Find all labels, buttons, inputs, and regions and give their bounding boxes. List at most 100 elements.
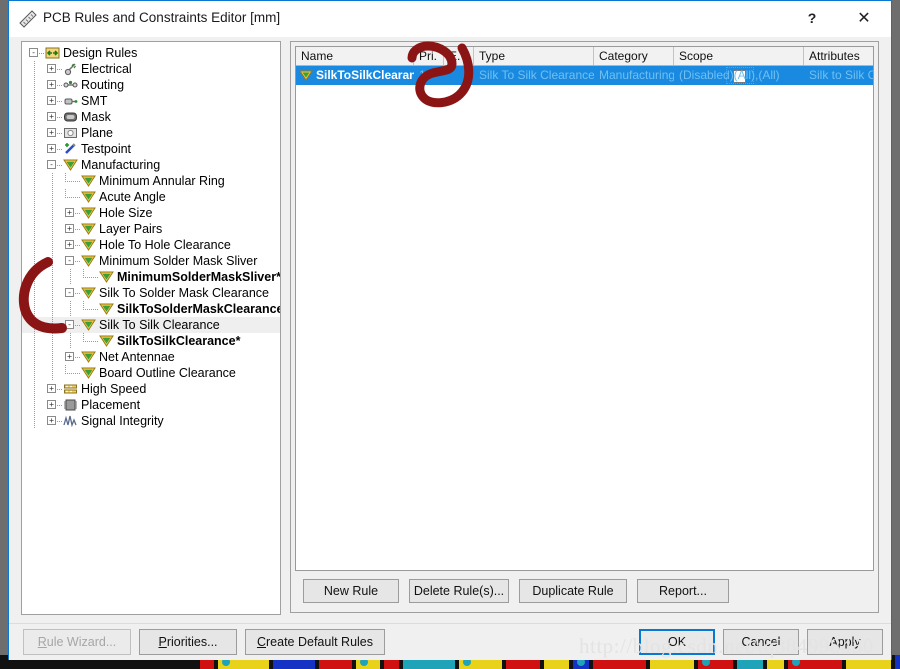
new-rule-button[interactable]: New Rule xyxy=(303,579,399,603)
tree-guide-line xyxy=(65,173,66,182)
design-rules-icon xyxy=(45,47,60,59)
rule-icon xyxy=(81,223,96,235)
tree-item-high-speed[interactable]: + High Speed xyxy=(22,381,280,397)
create-default-rules-button[interactable]: Create Default Rules xyxy=(245,629,385,655)
tree-guide-line xyxy=(34,413,35,429)
column-header-category[interactable]: Category xyxy=(594,47,674,65)
expand-toggle-icon[interactable]: + xyxy=(47,112,56,121)
rules-grid[interactable]: Name Pri. E. / Type Category Scope Attributes … xyxy=(295,46,874,571)
tree-guide-line xyxy=(52,285,53,301)
tree-item-label: Layer Pairs xyxy=(99,222,163,236)
tree-item-label: Mask xyxy=(81,110,111,124)
column-header-scope[interactable]: Scope xyxy=(674,47,804,65)
tree-item-label: Silk To Silk Clearance xyxy=(99,318,220,332)
tree-item-label: Electrical xyxy=(81,62,132,76)
table-row[interactable]: SilkToSilkClearance 1 Silk To Silk Clearan… xyxy=(296,66,873,85)
tree-item-minimum-solder-mask-sliver[interactable]: - Minimum Solder Mask Sliver xyxy=(22,253,280,269)
collapse-toggle-icon[interactable]: - xyxy=(47,160,56,169)
expand-toggle-icon[interactable]: + xyxy=(65,352,74,361)
design-rules-tree[interactable]: - Design Rules + Electrical + Routing + SMT + Mas… xyxy=(22,42,280,429)
tree-item-silk-to-solder-mask-clearance[interactable]: - Silk To Solder Mask Clearance xyxy=(22,285,280,301)
routing-icon xyxy=(63,80,78,88)
collapse-toggle-icon[interactable]: - xyxy=(65,256,74,265)
rule-icon xyxy=(81,287,96,299)
expand-toggle-icon[interactable]: + xyxy=(47,384,56,393)
expand-toggle-icon[interactable]: + xyxy=(65,208,74,217)
column-header-e[interactable]: E. / xyxy=(444,47,474,65)
expand-toggle-icon[interactable]: + xyxy=(47,416,56,425)
design-rules-tree-panel[interactable]: - Design Rules + Electrical + Routing + SMT + Mas… xyxy=(21,41,281,615)
expand-toggle-icon[interactable]: + xyxy=(47,64,56,73)
tree-item-label: Minimum Solder Mask Sliver xyxy=(99,254,258,268)
duplicate-rule-button[interactable]: Duplicate Rule xyxy=(519,579,627,603)
button-label: Priorities... xyxy=(158,635,218,649)
tree-item-smt[interactable]: + SMT xyxy=(22,93,280,109)
tree-item-layer-pairs[interactable]: + Layer Pairs xyxy=(22,221,280,237)
tree-guide-line xyxy=(70,269,71,285)
tree-item-silktosilkclearance[interactable]: SilkToSilkClearance* xyxy=(22,333,280,349)
collapse-toggle-icon[interactable]: - xyxy=(29,48,38,57)
expand-toggle-icon[interactable]: + xyxy=(65,224,74,233)
tree-item-label: Design Rules xyxy=(63,46,138,60)
tree-guide-line xyxy=(70,333,71,349)
tree-item-mask[interactable]: + Mask xyxy=(22,109,280,125)
expand-toggle-icon[interactable]: + xyxy=(47,128,56,137)
tree-item-placement[interactable]: + Placement xyxy=(22,397,280,413)
report-button[interactable]: Report... xyxy=(637,579,729,603)
manufacturing-icon xyxy=(63,159,78,171)
watermark-text: http://blog.csdn.net/tq384998430 xyxy=(579,634,874,658)
tree-item-silk-to-silk-clearance[interactable]: - Silk To Silk Clearance xyxy=(22,317,280,333)
column-header-pri[interactable]: Pri. xyxy=(414,47,444,65)
tree-item-manufacturing[interactable]: - Manufacturing xyxy=(22,157,280,173)
cell-scope: (Disabled)(All),(All) xyxy=(679,68,780,82)
column-header-type[interactable]: Type xyxy=(474,47,594,65)
tree-item-net-antennae[interactable]: + Net Antennae xyxy=(22,349,280,365)
column-header-name[interactable]: Name xyxy=(296,47,414,65)
delete-rule-s-button[interactable]: Delete Rule(s)... xyxy=(409,579,509,603)
tree-guide-line xyxy=(83,277,93,278)
tree-item-board-outline-clearance[interactable]: Board Outline Clearance xyxy=(22,365,280,381)
tree-item-plane[interactable]: + Plane xyxy=(22,125,280,141)
tree-item-silktosoldermaskclearance[interactable]: SilkToSolderMaskClearance* xyxy=(22,301,280,317)
tree-guide-line xyxy=(52,221,53,237)
tree-guide-line xyxy=(34,141,35,157)
tree-guide-line xyxy=(52,333,53,349)
expand-toggle-icon[interactable]: + xyxy=(47,96,56,105)
collapse-toggle-icon[interactable]: - xyxy=(65,288,74,297)
tree-guide-line xyxy=(34,381,35,397)
tree-guide-line xyxy=(52,269,53,285)
rule-icon xyxy=(99,271,114,283)
tree-item-minimumsoldermasksliver[interactable]: MinimumSolderMaskSliver* xyxy=(22,269,280,285)
rule-icon xyxy=(81,367,96,379)
expand-toggle-icon[interactable]: + xyxy=(47,400,56,409)
tree-guide-line xyxy=(83,301,84,310)
tree-guide-line xyxy=(83,333,84,342)
priorities-button[interactable]: Priorities... xyxy=(139,629,237,655)
help-button[interactable]: ? xyxy=(789,1,835,35)
tree-item-acute-angle[interactable]: Acute Angle xyxy=(22,189,280,205)
tree-item-design-rules[interactable]: - Design Rules xyxy=(22,45,280,61)
tree-item-hole-size[interactable]: + Hole Size xyxy=(22,205,280,221)
tree-item-label: Manufacturing xyxy=(81,158,161,172)
expand-toggle-icon[interactable]: + xyxy=(65,240,74,249)
title-bar: PCB Rules and Constraints Editor [mm] ? … xyxy=(9,1,891,38)
tree-guide-line xyxy=(34,221,35,237)
tree-item-hole-to-hole-clearance[interactable]: + Hole To Hole Clearance xyxy=(22,237,280,253)
close-button[interactable]: ✕ xyxy=(841,1,887,35)
expand-toggle-icon[interactable]: + xyxy=(47,144,56,153)
tree-item-label: SMT xyxy=(81,94,108,108)
tree-guide-line xyxy=(34,109,35,125)
collapse-toggle-icon[interactable]: - xyxy=(65,320,74,329)
tree-guide-line xyxy=(65,373,75,374)
tree-guide-line xyxy=(34,269,35,285)
tree-item-testpoint[interactable]: + Testpoint xyxy=(22,141,280,157)
cell-priority: 1 xyxy=(419,68,426,82)
tree-item-signal-integrity[interactable]: + Signal Integrity xyxy=(22,413,280,429)
tree-item-minimum-annular-ring[interactable]: Minimum Annular Ring xyxy=(22,173,280,189)
tree-item-routing[interactable]: + Routing xyxy=(22,77,280,93)
tree-item-electrical[interactable]: + Electrical xyxy=(22,61,280,77)
tree-item-label: Hole To Hole Clearance xyxy=(99,238,231,252)
column-header-attributes[interactable]: Attributes xyxy=(804,47,873,65)
expand-toggle-icon[interactable]: + xyxy=(47,80,56,89)
tree-item-label: High Speed xyxy=(81,382,147,396)
